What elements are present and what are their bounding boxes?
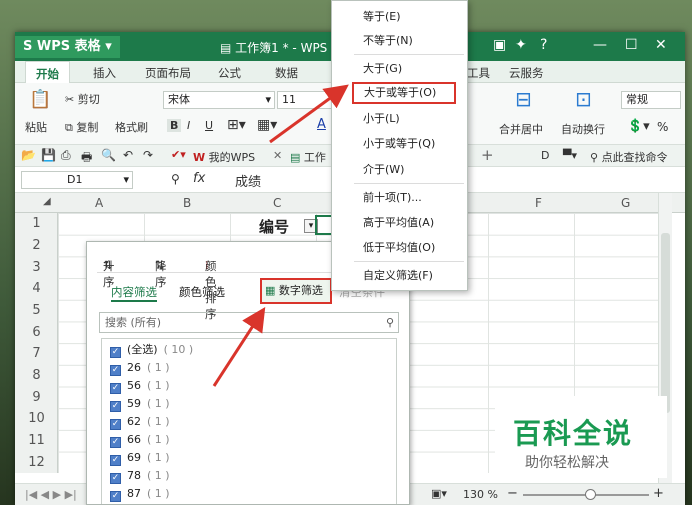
watermark-title: 百科全说: [513, 417, 634, 450]
arrow-to-number-filter-icon: [212, 306, 266, 387]
watermark: 百科全说 助你轻松解决: [495, 396, 667, 478]
arrow-to-menu-icon: [269, 84, 349, 144]
watermark-subtitle: 助你轻松解决: [525, 455, 609, 471]
